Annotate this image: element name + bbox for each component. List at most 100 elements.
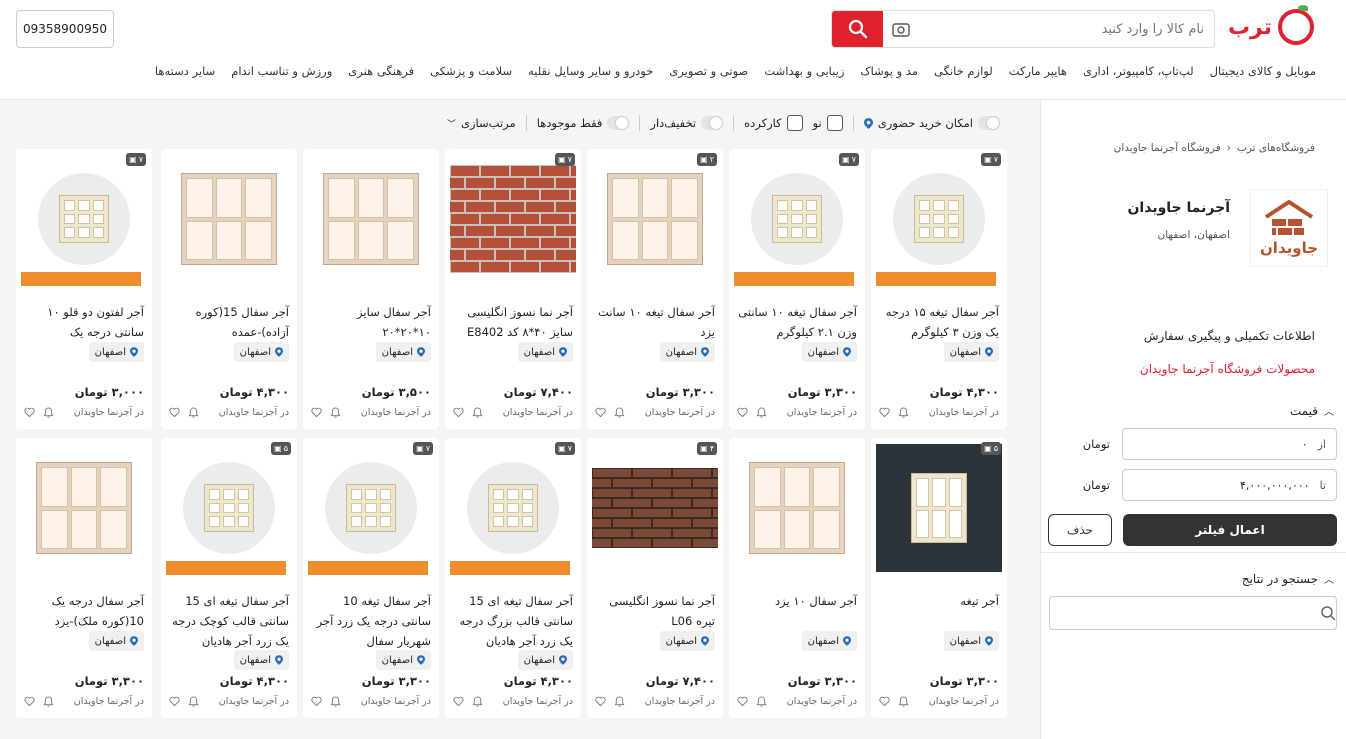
bell-icon[interactable] [898,696,909,707]
nav-item[interactable]: مد و پوشاک [860,64,918,78]
bell-icon[interactable] [43,407,54,418]
product-card[interactable]: ▣ ۷ آجر سفال تیغه ای 15 سانتی قالب بزرگ در… [445,438,581,718]
breadcrumb-current[interactable]: فروشگاه آجرنما جاویدان [1114,142,1221,154]
filter-used[interactable]: کارکرده [744,115,803,131]
image-count-badge: ▣ ۷ [413,442,433,455]
product-card[interactable]: ▣ ۲ آجر سفال تیغه ۱۰ سانت یزد اصفهان ۳,۳۰۰ ت… [587,149,723,429]
nav-item[interactable]: لوازم خانگی [934,64,993,78]
search-results-header[interactable]: ︿ جستجو در نتایج [1242,571,1334,587]
heart-icon[interactable] [453,407,464,418]
product-card[interactable]: ▣ ۷ آجر سفال تیغه ۱۰ سانتی وزن ۲.۱ کیلوگرم… [729,149,865,429]
product-title[interactable]: آجر سفال تیغه ۱۵ درجه یک وزن ۳ کیلوگرم [879,302,999,342]
product-title[interactable]: آجر سفال تیغه ای 15 سانتی قالب کوچک درجه… [169,591,289,651]
product-title[interactable]: آجر سفال ۱۰ یزد [737,591,857,611]
phone-button[interactable]: 09358900950 [16,10,114,48]
torob-logo[interactable]: ترب [1228,5,1314,45]
filter-in-person[interactable]: امکان خرید حضوری [863,116,1000,130]
product-title[interactable]: آجر لفتون دو قلو ۱۰ سانتی درجه یک [24,302,144,342]
new-checkbox[interactable] [826,115,843,131]
product-title[interactable]: آجر سفال تیغه ۱۰ سانت یزد [595,302,715,342]
nav-item[interactable]: لپ‌تاپ، کامپیوتر، اداری [1083,64,1194,78]
product-title[interactable]: آجر نما نسوز انگلیسی سایز ۴۰*۸ کد E8402 [453,302,573,342]
bell-icon[interactable] [472,407,483,418]
product-card[interactable]: آجر سفال سایز ۱۰*۲۰*۲۰ اصفهان ۳,۵۰۰ تومان د… [303,149,439,429]
product-card[interactable]: آجر سفال درجه یک 10(کوره ملک)-یزد اصفهان ۳… [16,438,152,718]
nav-item[interactable]: سلامت و پزشکی [430,64,512,78]
product-card[interactable]: آجر سفال 15(کوره آزاده)-عمده اصفهان ۴,۳۰۰ … [161,149,297,429]
nav-item[interactable]: ورزش و تناسب اندام [231,64,332,78]
product-card[interactable]: ▣ ۵ آجر سفال تیغه ای 15 سانتی قالب کوچک در… [161,438,297,718]
search-results-input[interactable] [1049,596,1337,630]
nav-item[interactable]: سایر دسته‌ها [155,64,215,78]
nav-item[interactable]: خودرو و سایر وسایل نقلیه [528,64,653,78]
nav-item[interactable]: صوتی و تصویری [669,64,748,78]
product-title[interactable]: آجر سفال 15(کوره آزاده)-عمده [169,302,289,342]
in-stock-toggle[interactable] [607,116,630,130]
heart-icon[interactable] [879,696,890,707]
product-card[interactable]: ▣ ۷ آجر لفتون دو قلو ۱۰ سانتی درجه یک اصفها… [16,149,152,429]
heart-icon[interactable] [453,696,464,707]
nav-item[interactable]: فرهنگی هنری [348,64,414,78]
camera-search-icon[interactable] [883,11,919,47]
bell-icon[interactable] [614,407,625,418]
store-sidebar: فروشگاه‌های ترب ‹ فروشگاه آجرنما جاویدان… [1040,100,1346,739]
apply-filter-button[interactable]: اعمال فیلتر [1123,514,1337,546]
heart-icon[interactable] [24,407,35,418]
delete-filter-button[interactable]: حذف [1048,514,1112,546]
nav-item[interactable]: زیبایی و بهداشت [764,64,844,78]
filter-new[interactable]: نو [813,115,843,131]
bell-icon[interactable] [898,407,909,418]
price-from-input[interactable]: از ۰ [1122,428,1337,460]
heart-icon[interactable] [737,407,748,418]
price-to-input[interactable]: تا ۴,۰۰۰,۰۰۰,۰۰۰ [1122,469,1337,501]
breadcrumb-root[interactable]: فروشگاه‌های ترب [1237,142,1315,154]
filter-in-stock[interactable]: فقط موجودها [537,116,630,130]
bell-icon[interactable] [330,696,341,707]
bell-icon[interactable] [188,407,199,418]
heart-icon[interactable] [169,696,180,707]
product-card[interactable]: ▣ ۷ آجر سفال تیغه 10 سانتی درجه یک زرد آجر… [303,438,439,718]
heart-icon[interactable] [879,407,890,418]
heart-icon[interactable] [311,696,322,707]
product-title[interactable]: آجر سفال تیغه ای 15 سانتی قالب بزرگ درجه… [453,591,573,651]
product-card[interactable]: آجر سفال ۱۰ یزد اصفهان ۳,۳۰۰ تومان در آجرنم… [729,438,865,718]
heart-icon[interactable] [169,407,180,418]
in-person-toggle[interactable] [978,116,1000,130]
product-title[interactable]: آجر سفال درجه یک 10(کوره ملک)-یزد [24,591,144,631]
product-card[interactable]: ▣ ۵ آجر تیغه اصفهان ۳,۳۰۰ تومان در آجرنما جاو… [871,438,1007,718]
product-card[interactable]: ▣ ۴ آجر نما نسوز انگلیسی تیره L06 اصفهان ۷,۴… [587,438,723,718]
product-title[interactable]: آجر سفال تیغه ۱۰ سانتی وزن ۲.۱ کیلوگرم [737,302,857,342]
card-actions [737,407,767,418]
product-title[interactable]: آجر تیغه [879,591,999,611]
heart-icon[interactable] [311,407,322,418]
nav-item[interactable]: هایپر مارکت [1009,64,1067,78]
product-title[interactable]: آجر سفال تیغه 10 سانتی درجه یک زرد آجر ش… [311,591,431,651]
product-title[interactable]: آجر سفال سایز ۱۰*۲۰*۲۰ [311,302,431,342]
price-filter-header[interactable]: ︿ قیمت [1290,403,1334,419]
product-card[interactable]: ▣ ۷ آجر سفال تیغه ۱۵ درجه یک وزن ۳ کیلوگرم… [871,149,1007,429]
store-products-link[interactable]: محصولات فروشگاه آجرنما جاویدان [1140,362,1315,376]
search-input[interactable] [919,11,1214,47]
bell-icon[interactable] [614,696,625,707]
search-button[interactable] [832,11,883,47]
bell-icon[interactable] [330,407,341,418]
filter-discount[interactable]: تخفیف‌دار [650,116,724,130]
product-card[interactable]: ▣ ۷ آجر نما نسوز انگلیسی سایز ۴۰*۸ کد E840… [445,149,581,429]
info-link[interactable]: اطلاعات تکمیلی و پیگیری سفارش [1144,329,1315,343]
bell-icon[interactable] [756,407,767,418]
sort-dropdown[interactable]: مرتب‌سازی ﹀ [447,116,516,130]
bell-icon[interactable] [188,696,199,707]
heart-icon[interactable] [737,696,748,707]
used-checkbox[interactable] [786,115,803,131]
bell-icon[interactable] [756,696,767,707]
product-title[interactable]: آجر نما نسوز انگلیسی تیره L06 [595,591,715,631]
heart-icon[interactable] [595,407,606,418]
discount-toggle[interactable] [701,116,724,130]
nav-item[interactable]: موبایل و کالای دیجیتال [1210,64,1316,78]
product-price: ۴,۳۰۰ تومان [503,674,573,688]
heart-icon[interactable] [595,696,606,707]
bell-icon[interactable] [472,696,483,707]
bell-icon[interactable] [43,696,54,707]
heart-icon[interactable] [24,696,35,707]
camera-icon: ▣ [129,155,137,164]
